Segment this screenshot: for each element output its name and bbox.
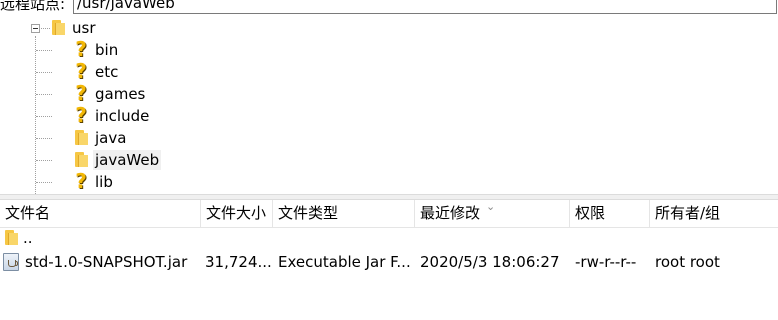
file-size: 31,724... [205, 253, 271, 271]
column-header-filesize[interactable]: 文件大小 [200, 200, 272, 227]
list-item-file[interactable]: std-1.0-SNAPSHOT.jar 31,724... Executabl… [0, 250, 778, 274]
tree-node-label: usr [72, 19, 96, 37]
folder-icon [75, 152, 88, 167]
question-mark-icon: ? [75, 59, 87, 83]
folder-icon [75, 130, 88, 145]
tree-node-label: java [95, 129, 127, 147]
tree-guide-line [36, 72, 52, 73]
column-header-filetype[interactable]: 文件类型 [272, 200, 414, 227]
question-mark-icon: ? [75, 103, 87, 127]
tree-guide-line [36, 116, 52, 117]
folder-icon [52, 20, 65, 35]
tree-guide-line [36, 94, 52, 95]
column-header-filename[interactable]: 文件名 [0, 200, 200, 227]
question-mark-icon: ? [75, 81, 87, 105]
file-name: std-1.0-SNAPSHOT.jar [25, 253, 188, 271]
tree-node-label: games [95, 85, 146, 103]
remote-directory-tree[interactable]: usr ? bin ? etc ? games ? include java j… [0, 16, 778, 194]
remote-path-input[interactable] [74, 0, 767, 13]
tree-guide-line [36, 182, 52, 183]
column-header-owner[interactable]: 所有者/组 [649, 200, 778, 227]
file-modified: 2020/5/3 18:06:27 [420, 253, 560, 271]
question-mark-icon: ? [75, 37, 87, 61]
tree-guide-line [35, 36, 36, 194]
collapse-toggle-icon[interactable] [31, 24, 40, 33]
tree-node-label: bin [95, 41, 119, 59]
column-header-permissions[interactable]: 权限 [569, 200, 649, 227]
file-type: Executable Jar F... [278, 253, 411, 271]
sort-chevron-down-icon: ⌄ [486, 200, 496, 213]
tree-node-label: javaWeb [93, 150, 162, 170]
question-mark-icon: ? [75, 169, 87, 193]
file-owner: root root [655, 253, 720, 271]
tree-guide-line [41, 28, 50, 29]
tree-node-label: lib [95, 173, 113, 191]
jar-file-icon [3, 253, 19, 271]
remote-site-label: 远程站点: [0, 0, 66, 13]
tree-guide-line [36, 50, 52, 51]
file-list-header: 文件名 文件大小 文件类型 ⌄ 最近修改 权限 所有者/组 [0, 200, 778, 228]
remote-path-bar: 远程站点: [0, 0, 778, 16]
folder-icon [5, 230, 18, 245]
tree-node-label: etc [95, 63, 119, 81]
tree-guide-line [36, 138, 52, 139]
tree-node-label: include [95, 107, 150, 125]
column-header-modified[interactable]: ⌄ 最近修改 [414, 200, 569, 227]
remote-site-panel: 远程站点: usr ? bin ? etc ? games ? [0, 0, 778, 320]
list-item-parent-directory[interactable]: .. [0, 226, 778, 250]
file-name: .. [23, 229, 33, 247]
file-permissions: -rw-r--r-- [575, 253, 637, 271]
tree-guide-line [36, 160, 52, 161]
remote-path-field[interactable] [73, 0, 777, 14]
